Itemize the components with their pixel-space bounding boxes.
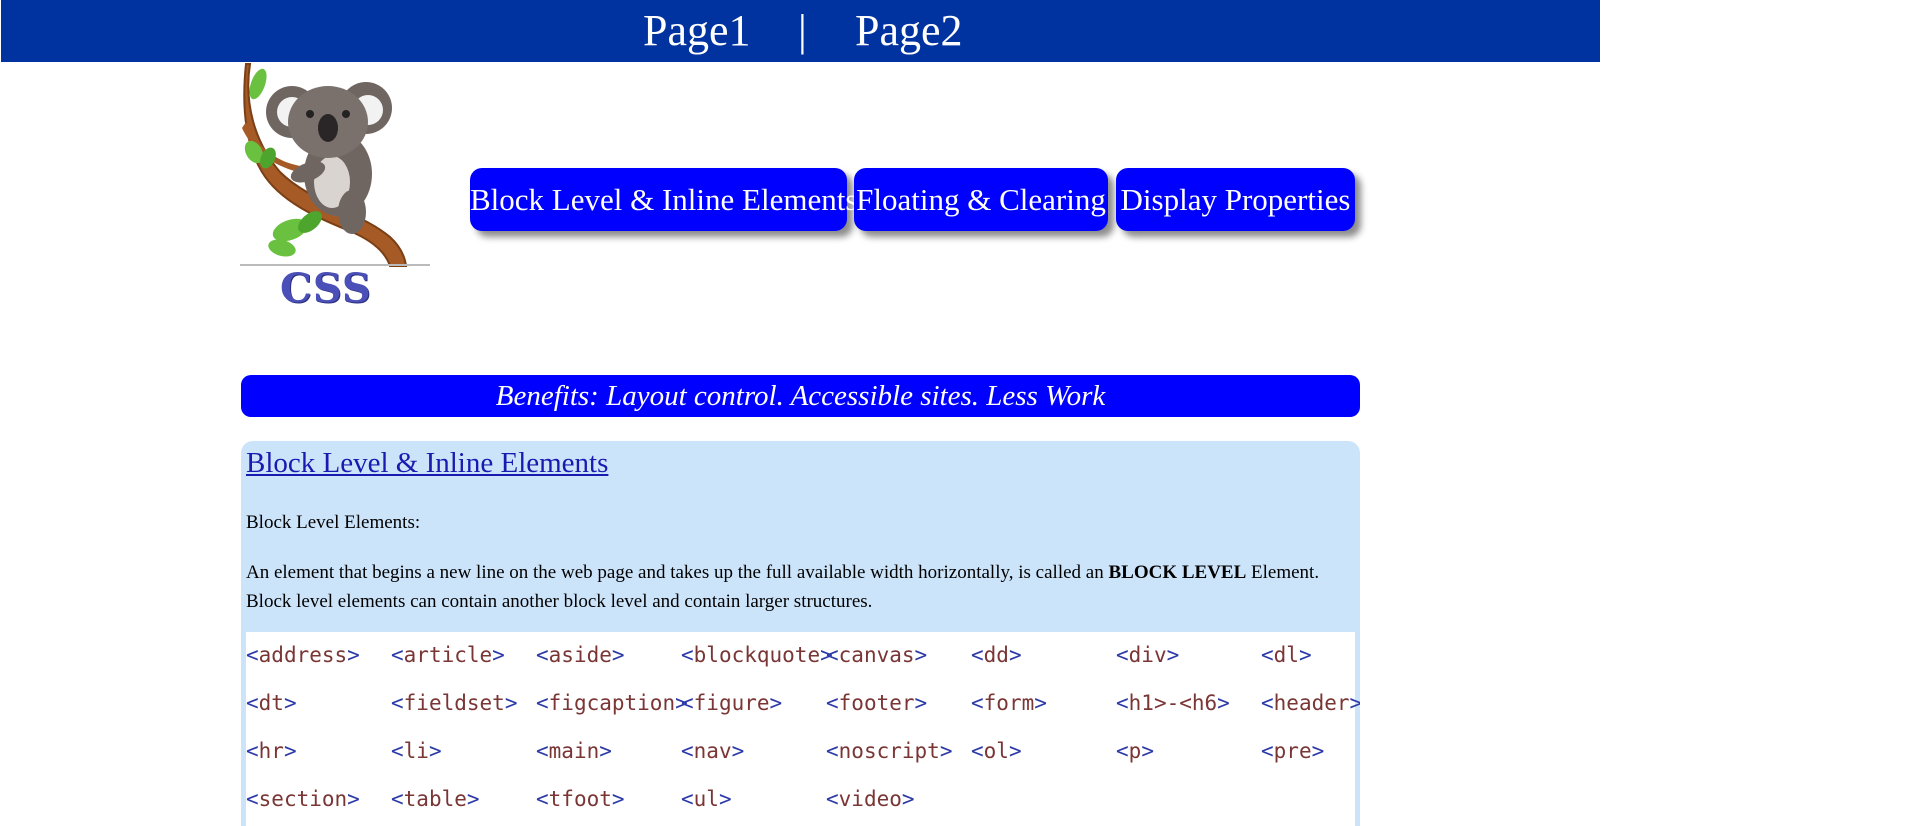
element-tag: <ol> [971, 739, 1022, 763]
element-tag: <figcaption> [536, 691, 688, 715]
element-tag: <article> [391, 643, 505, 667]
section-title-link[interactable]: Block Level & Inline Elements [246, 445, 608, 481]
element-tag: <address> [246, 643, 360, 667]
block-inline-button[interactable]: Block Level & Inline Elements [470, 168, 857, 231]
paragraph-bold-text: BLOCK LEVEL [1108, 562, 1247, 583]
element-tag: <h1>-<h6> [1116, 691, 1230, 715]
element-tag: <li> [391, 739, 442, 763]
element-tag: <pre> [1261, 739, 1325, 763]
content-panel: Block Level & Inline Elements Block Leve… [241, 441, 1360, 826]
element-tag: <dl> [1261, 643, 1312, 667]
element-tag: <p> [1116, 739, 1154, 763]
tag-row: <address> <article> <aside> <blockquote> <ca… [246, 632, 1355, 680]
element-tag: <div> [1116, 643, 1180, 667]
element-tag: <blockquote> [681, 643, 833, 667]
element-tag: <video> [826, 787, 915, 811]
element-tag: <noscript> [826, 739, 953, 763]
display-properties-button[interactable]: Display Properties [1116, 168, 1355, 231]
element-tag: <main> [536, 739, 612, 763]
paragraph-text-start: An element that begins a new line on the… [246, 562, 1109, 583]
element-tag: <fieldset> [391, 691, 518, 715]
element-tag: <dd> [971, 643, 1022, 667]
page2-link[interactable]: Page2 [855, 6, 963, 56]
section-paragraph: An element that begins a new line on the… [246, 558, 1351, 616]
element-tag: <header> [1261, 691, 1360, 715]
koala-on-branch-icon [242, 63, 408, 267]
tag-row: <hr> <li> <main> <nav> <noscript> <ol> <p> <pre… [246, 728, 1355, 776]
element-tag: <form> [971, 691, 1047, 715]
element-tag: <ul> [681, 787, 732, 811]
element-tag: <table> [391, 787, 480, 811]
page1-link[interactable]: Page1 [643, 6, 751, 56]
block-elements-table: <address> <article> <aside> <blockquote> <ca… [246, 632, 1360, 826]
element-tag: <figure> [681, 691, 783, 715]
element-tag: <dt> [246, 691, 297, 715]
benefits-banner: Benefits: Layout control. Accessible sit… [241, 375, 1360, 417]
element-tag: <nav> [681, 739, 745, 763]
nav-separator: | [798, 6, 807, 55]
section-subtitle: Block Level Elements: [246, 512, 421, 533]
element-tag: <canvas> [826, 643, 928, 667]
tag-row: <section> <table> <tfoot> <ul> <video> [246, 776, 1355, 824]
element-tag: <hr> [246, 739, 297, 763]
element-tag: <tfoot> [536, 787, 625, 811]
element-tag: <footer> [826, 691, 928, 715]
tag-row: <dt> <fieldset> <figcaption> <figure> <foote… [246, 680, 1360, 728]
floating-clearing-button[interactable]: Floating & Clearing [854, 168, 1108, 231]
element-tag: <section> [246, 787, 360, 811]
logo-caption: CSS [280, 265, 372, 312]
top-navigation-bar: Page1 | Page2 [1, 0, 1600, 62]
element-tag: <aside> [536, 643, 625, 667]
